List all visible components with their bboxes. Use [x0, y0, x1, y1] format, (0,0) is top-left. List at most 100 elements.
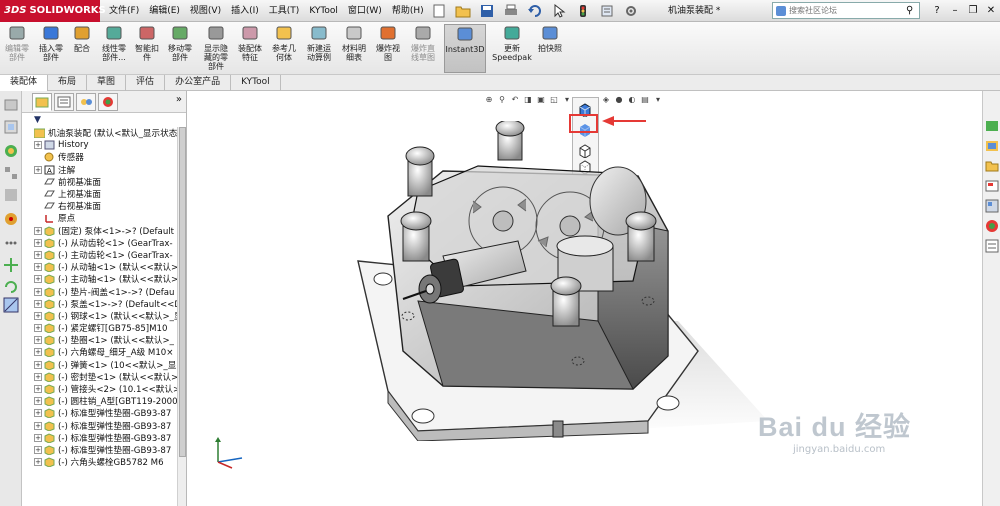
- rebuild-icon[interactable]: [572, 2, 594, 20]
- rotate-icon[interactable]: [3, 279, 19, 295]
- custom-properties-icon[interactable]: [985, 239, 999, 253]
- tree-node[interactable]: + A 注解: [22, 164, 186, 176]
- tree-node[interactable]: + (-) 主动轴<1> (默认<<默认>: [22, 273, 186, 285]
- search-icon[interactable]: ⚲: [906, 5, 913, 16]
- menu-file[interactable]: 文件(F): [104, 0, 144, 22]
- menu-kytool[interactable]: KYTool: [304, 0, 343, 22]
- select-pointer-icon[interactable]: [548, 2, 570, 20]
- menu-view[interactable]: 视图(V): [185, 0, 226, 22]
- ribbon-button-assembly-feature[interactable]: 装配体 特征: [234, 24, 266, 73]
- tree-node[interactable]: + (-) 从动齿轮<1> (GearTrax-: [22, 237, 186, 249]
- tab-assembly[interactable]: 装配体: [0, 75, 49, 91]
- tree-node[interactable]: + (-) 圆柱销_A型[GBT119-2000: [22, 395, 186, 407]
- menu-edit[interactable]: 编辑(E): [144, 0, 185, 22]
- expand-icon[interactable]: +: [34, 275, 42, 284]
- dropdown-arrow-icon[interactable]: ▾: [653, 95, 663, 105]
- expand-icon[interactable]: +: [34, 421, 42, 430]
- tree-node[interactable]: + (-) 钢球<1> (默认<<默认>_显: [22, 310, 186, 322]
- expand-icon[interactable]: +: [34, 250, 42, 259]
- zoom-to-area-icon[interactable]: ⚲: [497, 95, 507, 105]
- expand-icon[interactable]: +: [34, 445, 42, 454]
- ribbon-button-snapshot[interactable]: 拍快照: [536, 24, 564, 73]
- tree-node[interactable]: + (-) 从动轴<1> (默认<<默认>: [22, 261, 186, 273]
- tab-office-products[interactable]: 办公室产品: [165, 75, 232, 91]
- menu-tools[interactable]: 工具(T): [264, 0, 305, 22]
- expand-icon[interactable]: +: [34, 458, 42, 467]
- close-icon[interactable]: ✕: [982, 0, 1000, 22]
- appearances-icon[interactable]: [985, 219, 999, 233]
- section-view-icon[interactable]: ◨: [523, 95, 533, 105]
- expand-icon[interactable]: +: [34, 263, 42, 272]
- tree-node[interactable]: + (-) 主动齿轮<1> (GearTrax-: [22, 249, 186, 261]
- tree-node[interactable]: + (-) 六角螺母_细牙_A级 M10×: [22, 346, 186, 358]
- tree-node[interactable]: 前视基准面: [22, 176, 186, 188]
- ribbon-button-mate[interactable]: 配合: [68, 24, 96, 73]
- expand-icon[interactable]: +: [34, 360, 42, 369]
- tree-node[interactable]: + (-) 紧定螺钉[GB75-85]M10: [22, 322, 186, 334]
- zoom-to-fit-icon[interactable]: ⊕: [484, 95, 494, 105]
- minimize-icon[interactable]: –: [946, 0, 964, 22]
- help-icon[interactable]: ?: [928, 0, 946, 22]
- pattern-icon[interactable]: [3, 165, 19, 181]
- feature-icon[interactable]: [3, 187, 19, 203]
- tree-node[interactable]: + (-) 管接头<2> (10.1<<默认>: [22, 383, 186, 395]
- tree-node[interactable]: + History: [22, 139, 186, 151]
- feature-tree-tab-icon[interactable]: [32, 92, 52, 111]
- graphics-area[interactable]: ⊕ ⚲ ↶ ◨ ▣ ◱ ▾ ◧ ▾ ◈ ● ◐ ▤ ▾: [188, 91, 982, 506]
- search-scope-icon[interactable]: [776, 5, 786, 16]
- expand-icon[interactable]: +: [34, 287, 42, 296]
- expand-icon[interactable]: +: [34, 336, 42, 345]
- dropdown-arrow-icon[interactable]: ▾: [562, 95, 572, 105]
- property-manager-tab-icon[interactable]: [54, 92, 74, 111]
- search-results-icon[interactable]: [985, 179, 999, 193]
- file-explorer-icon[interactable]: [985, 159, 999, 173]
- previous-view-icon[interactable]: ↶: [510, 95, 520, 105]
- search-input[interactable]: [786, 6, 904, 15]
- tree-node[interactable]: + (-) 泵盖<1>->? (Default<<D: [22, 298, 186, 310]
- expand-icon[interactable]: +: [34, 409, 42, 418]
- options-gear-icon[interactable]: [620, 2, 642, 20]
- scrollbar-thumb[interactable]: [179, 127, 186, 457]
- oil-pump-assembly-model[interactable]: [348, 121, 768, 441]
- tab-evaluate[interactable]: 评估: [126, 75, 166, 91]
- expand-icon[interactable]: +: [34, 299, 42, 308]
- expand-icon[interactable]: +: [34, 372, 42, 381]
- ribbon-button-exploded-view[interactable]: 爆炸视 图: [372, 24, 404, 73]
- view-settings-icon[interactable]: ▤: [640, 95, 650, 105]
- feature-tree-scrollbar[interactable]: [177, 127, 186, 506]
- tree-node[interactable]: + (固定) 泵体<1>->? (Default: [22, 225, 186, 237]
- tree-node[interactable]: + (-) 六角头螺栓GB5782 M6: [22, 456, 186, 468]
- expand-icon[interactable]: +: [34, 433, 42, 442]
- restore-icon[interactable]: ❐: [964, 0, 982, 22]
- tab-layout[interactable]: 布局: [48, 75, 88, 91]
- panel-expand-icon[interactable]: »: [176, 94, 182, 105]
- assembly-icon[interactable]: [3, 119, 19, 135]
- tree-node[interactable]: 上视基准面: [22, 188, 186, 200]
- search-box[interactable]: ⚲: [772, 2, 920, 19]
- hide-show-icon[interactable]: ◈: [601, 95, 611, 105]
- tree-node[interactable]: + (-) 标准型弹性垫圈-GB93-87: [22, 444, 186, 456]
- solidworks-logo[interactable]: 3DS SOLIDWORKS: [0, 0, 106, 22]
- expand-icon[interactable]: +: [34, 324, 42, 333]
- tree-root[interactable]: 机油泵装配 (默认<默认_显示状态: [22, 127, 186, 139]
- mate-tool-icon[interactable]: [3, 143, 19, 159]
- expand-icon[interactable]: +: [34, 226, 42, 235]
- tree-node[interactable]: + (-) 密封垫<1> (默认<<默认>: [22, 371, 186, 383]
- ribbon-button-smart-fasteners[interactable]: 智能扣 件: [132, 24, 162, 73]
- tree-node[interactable]: 右视基准面: [22, 200, 186, 212]
- tree-node[interactable]: + (-) 标准型弹性垫圈-GB93-87: [22, 420, 186, 432]
- move-icon[interactable]: [3, 257, 19, 273]
- ribbon-button-explode-line-sketch[interactable]: 爆炸直 线草图: [406, 24, 440, 73]
- ribbon-button-linear-pattern[interactable]: 线性零 部件...: [98, 24, 130, 73]
- save-icon[interactable]: [476, 2, 498, 20]
- component-icon[interactable]: [3, 97, 19, 113]
- edit-appearance-icon[interactable]: ●: [614, 95, 624, 105]
- menu-help[interactable]: 帮助(H): [387, 0, 429, 22]
- ribbon-button-move-component[interactable]: 移动零 部件: [164, 24, 196, 73]
- tab-kytool[interactable]: KYTool: [231, 75, 281, 91]
- expand-icon[interactable]: +: [34, 348, 42, 357]
- ribbon-button-new-motion-study[interactable]: 新建运 动算例: [302, 24, 336, 73]
- expand-icon[interactable]: +: [34, 141, 42, 150]
- print-icon[interactable]: [500, 2, 522, 20]
- tab-sketch[interactable]: 草图: [87, 75, 127, 91]
